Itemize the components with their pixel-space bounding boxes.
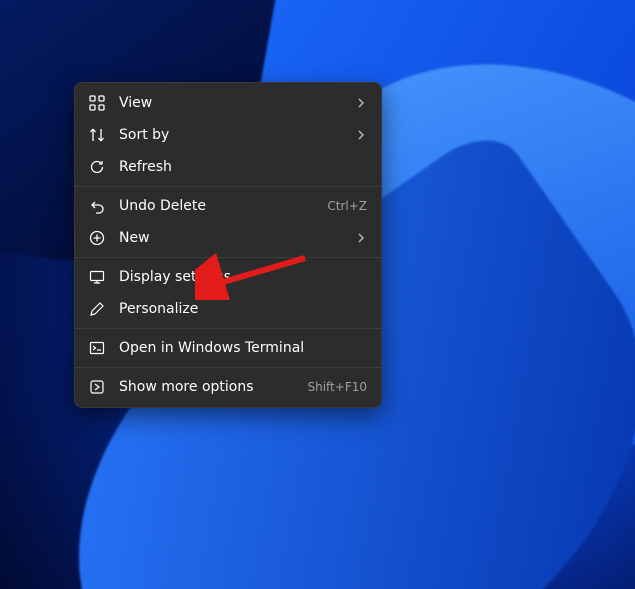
menu-item-show-more-options[interactable]: Show more options Shift+F10 [75,371,381,403]
chevron-right-icon [355,232,367,244]
menu-item-refresh[interactable]: Refresh [75,151,381,183]
chevron-right-icon [355,129,367,141]
menu-item-label: Sort by [119,127,347,143]
menu-item-shortcut: Shift+F10 [307,380,367,394]
chevron-right-icon [355,97,367,109]
menu-item-view[interactable]: View [75,87,381,119]
sort-icon [89,127,105,143]
grid-icon [89,95,105,111]
personalize-icon [89,301,105,317]
menu-item-label: Open in Windows Terminal [119,340,367,356]
terminal-icon [89,340,105,356]
menu-item-undo-delete[interactable]: Undo Delete Ctrl+Z [75,190,381,222]
menu-item-personalize[interactable]: Personalize [75,293,381,325]
separator [75,257,381,258]
undo-icon [89,198,105,214]
menu-item-label: Personalize [119,301,367,317]
new-icon [89,230,105,246]
menu-item-display-settings[interactable]: Display settings [75,261,381,293]
menu-item-new[interactable]: New [75,222,381,254]
menu-item-label: New [119,230,347,246]
refresh-icon [89,159,105,175]
menu-item-sort-by[interactable]: Sort by [75,119,381,151]
menu-item-label: Refresh [119,159,367,175]
menu-item-label: Display settings [119,269,367,285]
menu-item-label: Undo Delete [119,198,319,214]
menu-item-label: Show more options [119,379,299,395]
separator [75,328,381,329]
more-options-icon [89,379,105,395]
menu-item-open-terminal[interactable]: Open in Windows Terminal [75,332,381,364]
display-icon [89,269,105,285]
menu-item-shortcut: Ctrl+Z [327,199,367,213]
separator [75,367,381,368]
separator [75,186,381,187]
desktop-context-menu: View Sort by Refresh Undo Dele [74,82,382,408]
menu-item-label: View [119,95,347,111]
